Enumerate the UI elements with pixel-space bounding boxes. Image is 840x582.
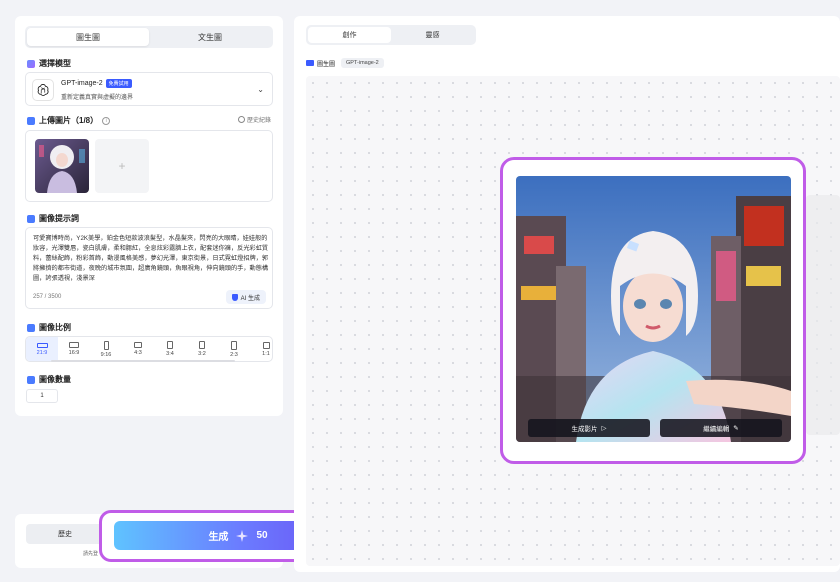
model-description: 重新定義真實與虛擬的邊界 [61, 95, 134, 101]
ratio-option-16-9[interactable]: 16:9 [58, 337, 90, 361]
prompt-char-count: 257 / 3500 [33, 294, 62, 300]
history-button[interactable]: 歷史 [26, 524, 104, 544]
quantity-icon [27, 375, 35, 384]
info-icon: i [102, 116, 111, 125]
history-record-link[interactable]: 歷史紀錄 [237, 115, 271, 124]
settings-panel: 圖生圖 文生圖 選擇模型 GPT-image-2 免費試用 重新定義真實與虛擬的… [15, 16, 283, 416]
credit-cost: 50 [256, 530, 268, 541]
tab-text-to-image[interactable]: 文生圖 [149, 28, 271, 46]
model-select[interactable]: GPT-image-2 免費試用 重新定義真實與虛擬的邊界 ⌄ [25, 72, 273, 106]
aspect-ratio-selector: 21:9 16:9 9:16 4:3 3:4 3:2 2:3 1:1 [25, 336, 273, 362]
generated-image[interactable] [516, 176, 791, 442]
ratio-icon [27, 323, 35, 332]
prompt-text[interactable]: 可愛寶博時尚，Y2K美學，鉑金色短款波浪髮型，水晶髮夾，閃亮的大眼睛，娃娃般的妝… [33, 234, 269, 284]
chevron-down-icon[interactable]: ⌄ [257, 85, 264, 94]
model-tag: GPT-image-2 [341, 58, 384, 68]
prompt-input[interactable]: 可愛寶博時尚，Y2K美學，鉑金色短款波浪髮型，水晶髮夾，閃亮的大眼睛，娃娃般的妝… [25, 227, 273, 309]
ratio-option-3-2[interactable]: 3:2 [186, 337, 218, 361]
play-icon: ▷ [601, 425, 607, 432]
generation-info: 圖生圖 GPT-image-2 [306, 58, 384, 68]
quantity-select[interactable]: 1 [26, 389, 58, 403]
ratio-option-2-3[interactable]: 2:3 [218, 337, 250, 361]
clock-icon [237, 116, 245, 123]
free-trial-badge: 免費試用 [105, 79, 132, 88]
tab-image-to-image[interactable]: 圖生圖 [27, 28, 149, 46]
ratio-shape-icon [199, 341, 205, 349]
upload-area: + [25, 130, 273, 202]
ratio-option-3-4[interactable]: 3:4 [154, 337, 186, 361]
ratio-shape-icon [36, 342, 48, 348]
openai-logo-icon [32, 79, 54, 101]
image-icon [27, 116, 35, 125]
tab-create[interactable]: 創作 [308, 27, 391, 43]
camera-icon [306, 60, 314, 66]
edit-icon: ✎ [733, 425, 739, 432]
ratio-option-9-16[interactable]: 9:16 [90, 337, 122, 361]
tab-inspiration[interactable]: 靈感 [391, 27, 474, 43]
ratio-shape-icon [69, 342, 79, 348]
ratio-shape-icon [167, 341, 173, 349]
ai-shield-icon [231, 293, 238, 301]
prompt-section-title: 圖像提示詞 [27, 213, 79, 224]
ratio-shape-icon [103, 340, 109, 350]
generate-video-button[interactable]: 生成影片 ▷ [528, 419, 650, 437]
ratio-scrollbar[interactable] [51, 360, 235, 362]
upload-section-title: 上傳圖片（1/8） i [27, 115, 111, 126]
add-image-button[interactable]: + [95, 139, 149, 193]
uploaded-image-thumbnail[interactable] [35, 139, 89, 193]
workspace-tabs: 創作 靈感 [306, 25, 476, 45]
login-notice: 請先登 [83, 551, 99, 557]
ratio-option-4-3[interactable]: 4:3 [122, 337, 154, 361]
ratio-shape-icon [134, 342, 142, 348]
ratio-shape-icon [231, 340, 237, 350]
model-icon [27, 59, 35, 68]
ratio-option-1-1[interactable]: 1:1 [250, 337, 272, 361]
model-section-title: 選擇模型 [27, 58, 71, 69]
ai-generate-button[interactable]: AI 生成 [225, 290, 266, 304]
mode-tabs: 圖生圖 文生圖 [25, 26, 273, 48]
sparkle-icon [236, 529, 249, 542]
ratio-shape-icon [262, 341, 270, 349]
previous-result-card[interactable] [806, 195, 840, 435]
model-name: GPT-image-2 免費試用 [61, 79, 132, 88]
quantity-section-title: 圖像數量 [27, 374, 71, 385]
ratio-option-21-9[interactable]: 21:9 [26, 337, 58, 361]
edit-icon [27, 214, 35, 223]
continue-edit-button[interactable]: 繼續編輯 ✎ [660, 419, 782, 437]
ratio-section-title: 圖像比例 [27, 322, 71, 333]
